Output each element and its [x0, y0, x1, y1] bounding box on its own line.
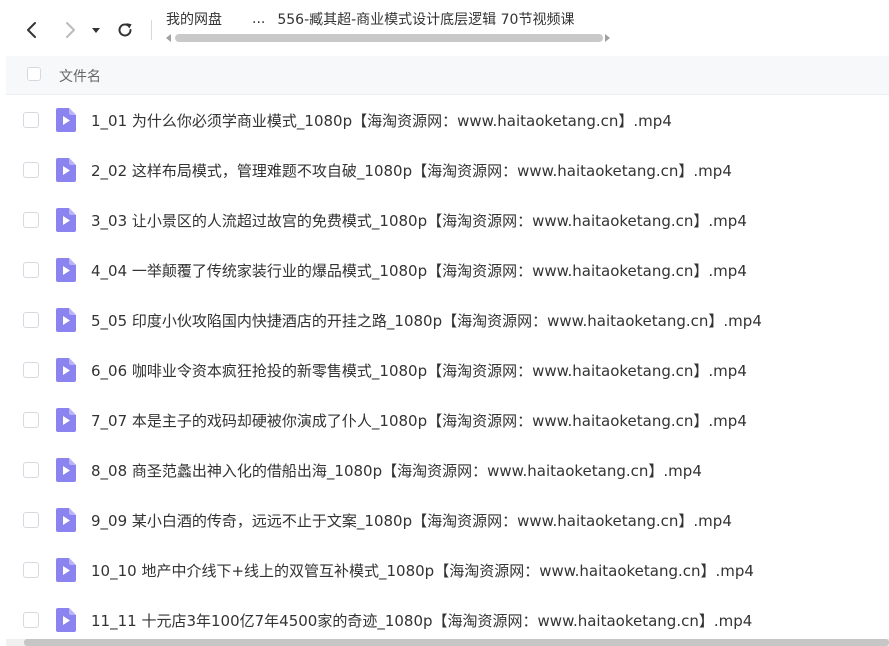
file-row[interactable]: 9_09 某小白酒的传奇，远远不止于文案_1080p【海淘资源网：www.hai… — [6, 495, 889, 545]
file-row[interactable]: 7_07 本是主子的戏码却硬被你演成了仆人_1080p【海淘资源网：www.ha… — [6, 395, 889, 445]
breadcrumb-current: 556-臧其超-商业模式设计底层逻辑 70节视频课 — [277, 12, 575, 28]
forward-button[interactable] — [58, 18, 82, 42]
breadcrumb-scrollbar[interactable] — [166, 32, 610, 44]
caret-down-icon — [92, 28, 100, 33]
video-file-icon — [56, 358, 76, 382]
file-checkbox[interactable] — [23, 462, 39, 478]
video-file-icon — [56, 108, 76, 132]
file-checkbox[interactable] — [23, 362, 39, 378]
video-file-icon — [56, 508, 76, 532]
refresh-button[interactable] — [113, 18, 137, 42]
file-checkbox[interactable] — [23, 562, 39, 578]
file-checkbox[interactable] — [23, 612, 39, 628]
file-name[interactable]: 9_09 某小白酒的传奇，远远不止于文案_1080p【海淘资源网：www.hai… — [91, 510, 732, 531]
scroll-left-arrow-icon[interactable] — [166, 34, 171, 42]
breadcrumb-root[interactable]: 我的网盘 — [166, 9, 222, 29]
select-all-checkbox[interactable] — [27, 67, 41, 81]
chevron-right-icon — [66, 22, 75, 38]
file-name[interactable]: 11_11 十元店3年100亿7年4500家的奇迹_1080p【海淘资源网：ww… — [91, 610, 752, 631]
file-row[interactable]: 3_03 让小景区的人流超过故宫的免费模式_1080p【海淘资源网：www.ha… — [6, 195, 889, 245]
file-row[interactable]: 6_06 咖啡业令资本疯狂抢投的新零售模式_1080p【海淘资源网：www.ha… — [6, 345, 889, 395]
history-dropdown-button[interactable] — [88, 18, 104, 42]
toolbar-divider — [151, 20, 152, 40]
file-name[interactable]: 5_05 印度小伙攻陷国内快捷酒店的开挂之路_1080p【海淘资源网：www.h… — [91, 310, 762, 331]
horizontal-scrollbar[interactable] — [6, 639, 889, 646]
breadcrumb-ellipsis[interactable]: ... — [252, 11, 265, 27]
file-name[interactable]: 6_06 咖啡业令资本疯狂抢投的新零售模式_1080p【海淘资源网：www.ha… — [91, 360, 747, 381]
horizontal-scrollbar-thumb[interactable] — [24, 639, 889, 646]
file-name[interactable]: 7_07 本是主子的戏码却硬被你演成了仆人_1080p【海淘资源网：www.ha… — [91, 410, 747, 431]
video-file-icon — [56, 408, 76, 432]
refresh-icon — [118, 23, 132, 37]
file-row[interactable]: 11_11 十元店3年100亿7年4500家的奇迹_1080p【海淘资源网：ww… — [6, 595, 889, 645]
video-file-icon — [56, 258, 76, 282]
breadcrumb: 我的网盘 ... 556-臧其超-商业模式设计底层逻辑 70节视频课 — [166, 8, 574, 30]
file-name[interactable]: 4_04 一举颠覆了传统家装行业的爆品模式_1080p【海淘资源网：www.ha… — [91, 260, 747, 281]
file-checkbox[interactable] — [23, 512, 39, 528]
video-file-icon — [56, 558, 76, 582]
video-file-icon — [56, 458, 76, 482]
file-row[interactable]: 4_04 一举颠覆了传统家装行业的爆品模式_1080p【海淘资源网：www.ha… — [6, 245, 889, 295]
file-row[interactable]: 5_05 印度小伙攻陷国内快捷酒店的开挂之路_1080p【海淘资源网：www.h… — [6, 295, 889, 345]
file-checkbox[interactable] — [23, 162, 39, 178]
file-row[interactable]: 1_01 为什么你必须学商业模式_1080p【海淘资源网：www.haitaok… — [6, 95, 889, 145]
file-list: 1_01 为什么你必须学商业模式_1080p【海淘资源网：www.haitaok… — [6, 95, 889, 645]
file-name[interactable]: 1_01 为什么你必须学商业模式_1080p【海淘资源网：www.haitaok… — [91, 110, 672, 131]
scroll-right-arrow-icon[interactable] — [605, 34, 610, 42]
toolbar: 我的网盘 ... 556-臧其超-商业模式设计底层逻辑 70节视频课 — [0, 0, 889, 56]
file-checkbox[interactable] — [23, 412, 39, 428]
video-file-icon — [56, 308, 76, 332]
file-checkbox[interactable] — [23, 212, 39, 228]
file-checkbox[interactable] — [23, 312, 39, 328]
breadcrumb-scrollbar-thumb[interactable] — [175, 34, 603, 42]
file-name[interactable]: 10_10 地产中介线下+线上的双管互补模式_1080p【海淘资源网：www.h… — [91, 560, 754, 581]
video-file-icon — [56, 158, 76, 182]
file-name[interactable]: 8_08 商圣范蠡出神入化的借船出海_1080p【海淘资源网：www.haita… — [91, 460, 702, 481]
video-file-icon — [56, 608, 76, 632]
file-checkbox[interactable] — [23, 112, 39, 128]
file-name[interactable]: 2_02 这样布局模式，管理难题不攻自破_1080p【海淘资源网：www.hai… — [91, 160, 732, 181]
file-list-header: 文件名 — [6, 56, 889, 95]
file-row[interactable]: 8_08 商圣范蠡出神入化的借船出海_1080p【海淘资源网：www.haita… — [6, 445, 889, 495]
chevron-left-icon — [27, 22, 36, 38]
column-header-filename[interactable]: 文件名 — [59, 66, 101, 86]
file-row[interactable]: 2_02 这样布局模式，管理难题不攻自破_1080p【海淘资源网：www.hai… — [6, 145, 889, 195]
file-name[interactable]: 3_03 让小景区的人流超过故宫的免费模式_1080p【海淘资源网：www.ha… — [91, 210, 747, 231]
back-button[interactable] — [20, 18, 44, 42]
video-file-icon — [56, 208, 76, 232]
file-row[interactable]: 10_10 地产中介线下+线上的双管互补模式_1080p【海淘资源网：www.h… — [6, 545, 889, 595]
file-checkbox[interactable] — [23, 262, 39, 278]
